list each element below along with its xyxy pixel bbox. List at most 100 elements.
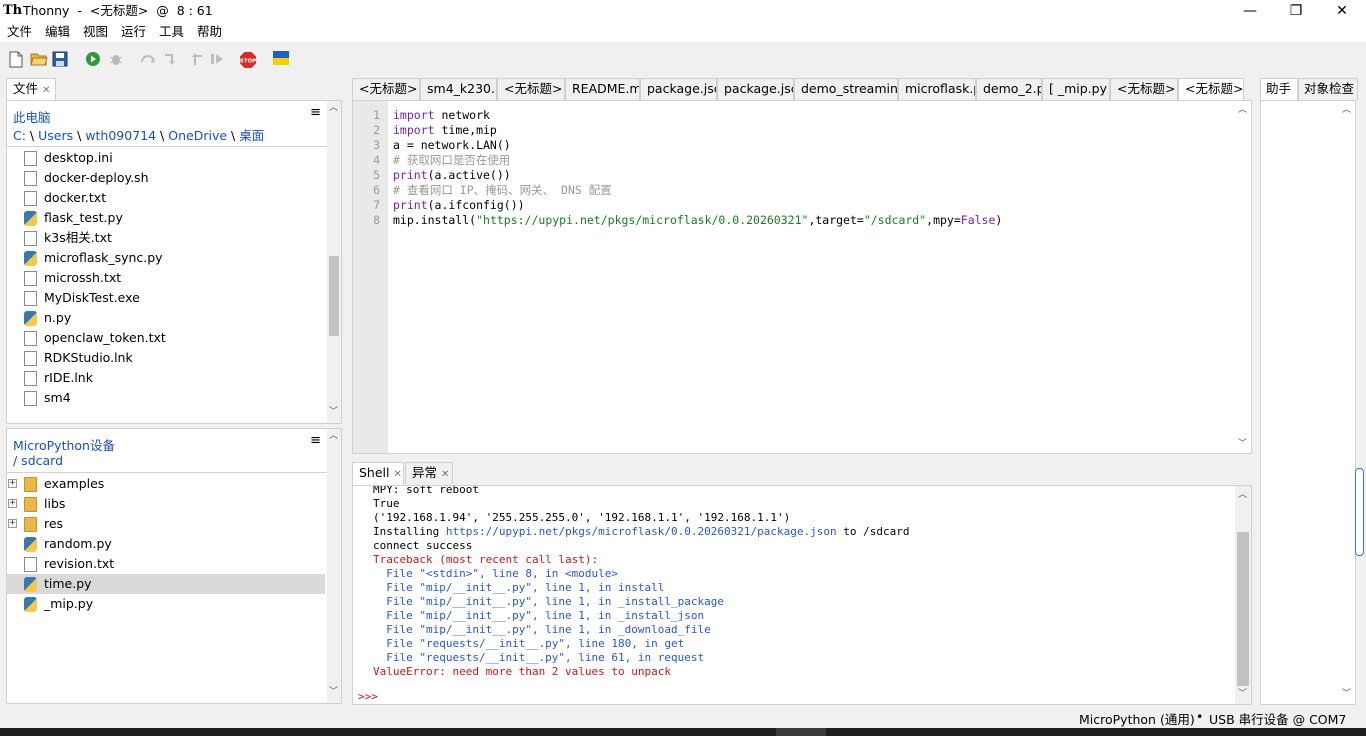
editor-tab[interactable]: README.m — [565, 78, 640, 100]
maximize-button[interactable]: ❐ — [1273, 0, 1319, 22]
path-segment[interactable]: C: — [13, 128, 26, 143]
tab-assistant[interactable]: 助手 — [1260, 78, 1298, 101]
menu-edit[interactable]: 编辑 — [45, 24, 70, 40]
new-file-icon[interactable] — [9, 51, 27, 68]
local-scrollbar[interactable]: ︿ ﹀ — [327, 101, 341, 423]
shell-prompt[interactable]: >>> — [358, 689, 378, 704]
port-status[interactable]: USB 串行设备 @ COM7 — [1209, 709, 1346, 728]
editor-tab-strip: <无标题> sm4_k230.p <无标题> README.m package.jsc p… — [352, 78, 1252, 101]
scroll-down-icon[interactable]: ﹀ — [1341, 689, 1352, 700]
path-segment[interactable]: wth090714 — [85, 128, 156, 143]
step-out-icon[interactable] — [186, 51, 204, 68]
scroll-up-icon[interactable]: ︿ — [1341, 105, 1352, 116]
file-row[interactable]: sm4 — [7, 388, 325, 408]
file-row[interactable]: desktop.ini — [7, 148, 325, 168]
file-row[interactable]: k3s相关.txt — [7, 228, 325, 248]
taskbar-active-item[interactable] — [776, 728, 826, 736]
outer-scrollbar-thumb[interactable] — [1355, 468, 1364, 556]
scroll-up-icon[interactable]: ︿ — [328, 103, 339, 114]
assistant-scrollbar[interactable]: ︿ ﹀ — [1339, 101, 1355, 704]
panel-menu-icon[interactable]: ≡ — [310, 105, 321, 120]
step-over-icon[interactable] — [140, 51, 158, 68]
scroll-down-icon[interactable]: ﹀ — [1237, 689, 1248, 700]
file-row[interactable]: revision.txt — [7, 554, 325, 574]
editor-tab[interactable]: [ _mip.py — [1042, 78, 1110, 100]
path-segment[interactable]: Users — [38, 128, 73, 143]
interpreter-status[interactable]: MicroPython (通用) — [1079, 709, 1195, 728]
run-icon[interactable] — [85, 51, 103, 68]
save-icon[interactable] — [52, 51, 70, 68]
resume-icon[interactable] — [209, 51, 227, 68]
tab-shell[interactable]: Shell ✕ — [352, 462, 404, 485]
file-row[interactable]: n.py — [7, 308, 325, 328]
shell-scrollbar[interactable]: ︿ ﹀ — [1235, 486, 1251, 704]
local-heading[interactable]: 此电脑 — [13, 107, 51, 126]
scroll-down-icon[interactable]: ﹀ — [1237, 439, 1248, 450]
editor-tab[interactable]: sm4_k230.p — [420, 78, 497, 100]
file-row[interactable]: + libs — [7, 494, 325, 514]
editor-tab[interactable]: <无标题> — [497, 78, 565, 100]
open-file-icon[interactable] — [30, 51, 48, 68]
expand-icon[interactable]: + — [8, 519, 17, 528]
editor-tab[interactable]: microflask.p — [898, 78, 976, 100]
file-row[interactable]: docker-deploy.sh — [7, 168, 325, 188]
code-editor[interactable]: 12345678 import network import time,mip a … — [352, 100, 1252, 454]
minimize-button[interactable]: — — [1227, 0, 1273, 22]
expand-icon[interactable]: + — [8, 479, 17, 488]
editor-tab[interactable]: package.jsc — [717, 78, 794, 100]
debug-icon[interactable] — [108, 51, 126, 68]
file-row[interactable]: MyDiskTest.exe — [7, 288, 325, 308]
editor-tab[interactable]: demo_streaming — [794, 78, 898, 100]
menu-run[interactable]: 运行 — [121, 24, 146, 40]
close-icon[interactable]: ✕ — [441, 469, 449, 480]
menu-help[interactable]: 帮助 — [197, 24, 222, 40]
tab-exceptions[interactable]: 异常 ✕ — [405, 462, 453, 484]
file-row[interactable]: rIDE.lnk — [7, 368, 325, 388]
file-row[interactable]: _mip.py — [7, 594, 325, 614]
close-window-button[interactable]: ✕ — [1319, 0, 1365, 22]
file-row[interactable]: + res — [7, 514, 325, 534]
step-into-icon[interactable] — [163, 51, 181, 68]
scroll-up-icon[interactable]: ︿ — [1237, 490, 1248, 501]
file-row[interactable]: random.py — [7, 534, 325, 554]
scrollbar-thumb[interactable] — [329, 256, 339, 336]
editor-tab[interactable]: demo_2.p — [976, 78, 1042, 100]
file-row[interactable]: microssh.txt — [7, 268, 325, 288]
editor-tab[interactable]: <无标题> — [1110, 78, 1178, 100]
menu-view[interactable]: 视图 — [83, 24, 108, 40]
menu-tools[interactable]: 工具 — [159, 24, 184, 40]
scrollbar-thumb[interactable] — [1237, 532, 1249, 686]
file-row[interactable]: openclaw_token.txt — [7, 328, 325, 348]
code-content[interactable]: import network import time,mip a = network… — [393, 108, 1002, 228]
scroll-up-icon[interactable]: ︿ — [328, 431, 339, 442]
device-scrollbar[interactable]: ︿ ﹀ — [327, 429, 341, 703]
file-row[interactable]: time.py — [7, 574, 325, 594]
panel-menu-icon[interactable]: ≡ — [310, 433, 321, 448]
file-row[interactable]: microflask_sync.py — [7, 248, 325, 268]
editor-tab[interactable]: <无标题> — [1178, 78, 1244, 101]
scroll-down-icon[interactable]: ﹀ — [328, 687, 339, 698]
file-row[interactable]: RDKStudio.lnk — [7, 348, 325, 368]
path-segment[interactable]: 桌面 — [239, 128, 264, 143]
file-row[interactable]: flask_test.py — [7, 208, 325, 228]
file-row[interactable]: + examples — [7, 474, 325, 494]
tab-object-inspector[interactable]: 对象检查 — [1298, 78, 1358, 100]
scroll-up-icon[interactable]: ︿ — [1237, 105, 1248, 116]
assistant-panel: ︿ ﹀ — [1260, 100, 1356, 705]
device-path[interactable]: / sdcard — [13, 453, 63, 468]
shell-panel[interactable]: MPY: soft reboot True ('192.168.1.94', '25… — [352, 485, 1252, 705]
editor-tab[interactable]: package.jsc — [640, 78, 717, 100]
path-segment[interactable]: OneDrive — [168, 128, 227, 143]
editor-scrollbar[interactable]: ︿ ﹀ — [1235, 101, 1251, 453]
scroll-down-icon[interactable]: ﹀ — [328, 407, 339, 418]
editor-tab[interactable]: <无标题> — [352, 78, 420, 100]
file-row[interactable]: docker.txt — [7, 188, 325, 208]
expand-icon[interactable]: + — [8, 499, 17, 508]
close-icon[interactable]: ✕ — [42, 85, 50, 96]
ukraine-flag-icon[interactable] — [273, 51, 291, 68]
stop-icon[interactable]: STOP — [239, 51, 257, 68]
tab-files[interactable]: 文件 ✕ — [6, 78, 56, 101]
device-heading[interactable]: MicroPython设备 — [13, 435, 115, 454]
menu-file[interactable]: 文件 — [7, 24, 32, 40]
close-icon[interactable]: ✕ — [394, 469, 402, 480]
